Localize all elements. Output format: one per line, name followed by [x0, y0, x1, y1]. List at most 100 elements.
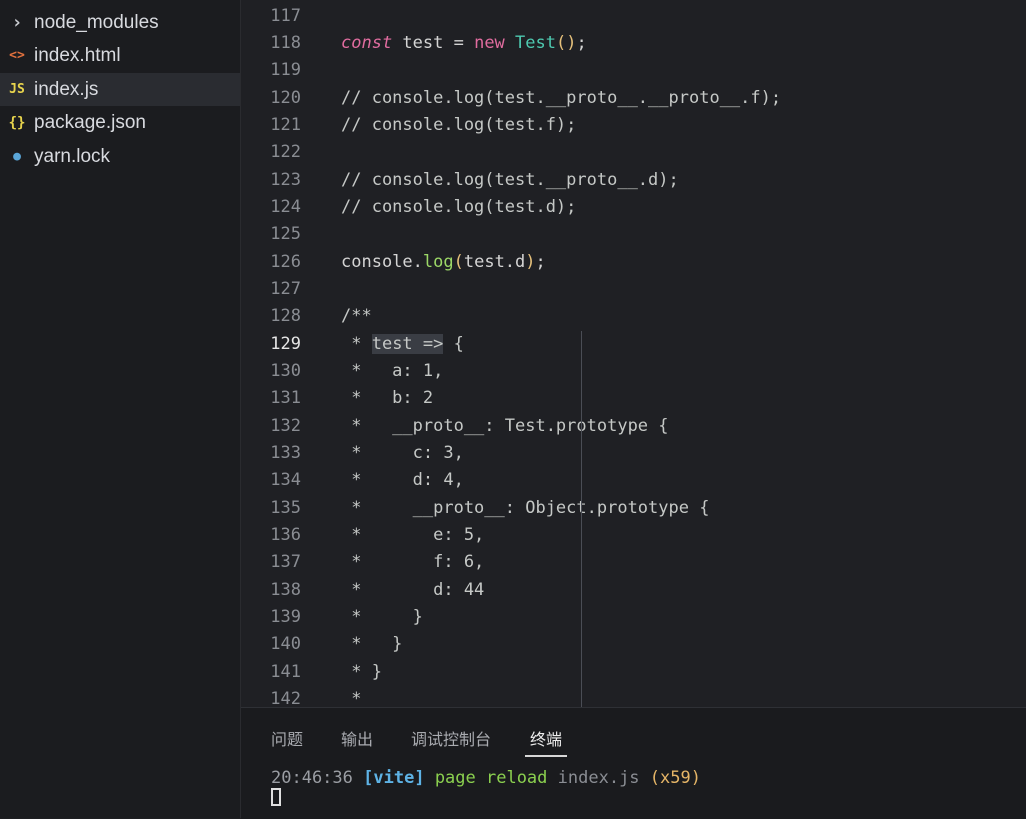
- line-number: 135: [270, 497, 301, 518]
- code-comment: * }: [341, 606, 423, 627]
- line-number: 142: [270, 688, 301, 708]
- code-text: const test = new Test();: [341, 32, 587, 53]
- bottom-panel: 问题 输出 调试控制台 终端 20:46:36 [vite] page relo…: [241, 707, 1026, 819]
- code-comment: * __proto__: Test.prototype {: [341, 415, 669, 436]
- tab-terminal[interactable]: 终端: [530, 726, 562, 750]
- code-comment: * __proto__: Object.prototype {: [341, 497, 710, 518]
- code-line: 141 * }: [241, 658, 1026, 685]
- code-line: 138 * d: 44: [241, 576, 1026, 603]
- code-line: 134 * d: 4,: [241, 466, 1026, 493]
- code-comment: * e: 5,: [341, 524, 485, 545]
- text-selection[interactable]: test =>: [371, 333, 444, 354]
- code-comment: *: [341, 688, 362, 708]
- active-tab-indicator: [525, 755, 567, 757]
- file-label: index.html: [34, 44, 121, 66]
- line-number: 121: [270, 114, 301, 135]
- code-line: 125: [241, 220, 1026, 247]
- line-number: 119: [270, 59, 301, 80]
- code-line: 118 const test = new Test();: [241, 29, 1026, 56]
- code-comment: * d: 4,: [341, 469, 464, 490]
- code-editor[interactable]: 117 118 const test = new Test(); 119 120…: [241, 0, 1026, 707]
- file-label: index.js: [34, 78, 99, 100]
- line-number: 125: [270, 223, 301, 244]
- line-number: 129: [270, 333, 301, 354]
- code-comment: * b: 2: [341, 387, 434, 408]
- chevron-right-icon: ›: [11, 12, 23, 33]
- tab-problems[interactable]: 问题: [271, 726, 303, 750]
- code-line: 142 *: [241, 685, 1026, 708]
- code-line: 133 * c: 3,: [241, 439, 1026, 466]
- code-line: 139 * }: [241, 603, 1026, 630]
- yarn-file-icon: ●: [13, 149, 21, 164]
- code-line: 131 * b: 2: [241, 384, 1026, 411]
- code-line-current: 129 * test => {: [241, 330, 1026, 357]
- code-comment: * f: 6,: [341, 551, 485, 572]
- code-comment: * }: [341, 661, 382, 682]
- line-number: 131: [270, 387, 301, 408]
- explorer-item-yarn-lock[interactable]: ● yarn.lock: [0, 140, 240, 173]
- code-line: 124 // console.log(test.d);: [241, 193, 1026, 220]
- terminal-output-line: 20:46:36 [vite] page reload index.js (x5…: [271, 768, 701, 788]
- code-line: 123 // console.log(test.__proto__.d);: [241, 166, 1026, 193]
- line-number: 141: [270, 661, 301, 682]
- line-number: 136: [270, 524, 301, 545]
- terminal-time: 20:46:36: [271, 768, 353, 788]
- code-line: 120 // console.log(test.__proto__.__prot…: [241, 84, 1026, 111]
- tab-debug-console[interactable]: 调试控制台: [411, 726, 491, 750]
- code-comment: /**: [341, 305, 372, 326]
- code-line: 127: [241, 275, 1026, 302]
- line-number: 128: [270, 305, 301, 326]
- code-comment: * c: 3,: [341, 442, 464, 463]
- json-file-icon: {}: [8, 114, 26, 131]
- line-number: 127: [270, 278, 301, 299]
- file-label: package.json: [34, 111, 146, 133]
- code-line: 135 * __proto__: Object.prototype {: [241, 494, 1026, 521]
- line-number: 130: [270, 360, 301, 381]
- code-line: 117: [241, 2, 1026, 29]
- code-text: console.log(test.d);: [341, 251, 546, 272]
- code-comment: * d: 44: [341, 579, 485, 600]
- file-label: node_modules: [34, 11, 159, 33]
- line-number: 138: [270, 579, 301, 600]
- code-line: 136 * e: 5,: [241, 521, 1026, 548]
- code-line: 137 * f: 6,: [241, 548, 1026, 575]
- line-number: 137: [270, 551, 301, 572]
- file-explorer: › node_modules <> index.html JS index.js…: [0, 0, 241, 818]
- indent-guide: [581, 331, 582, 707]
- terminal-file: index.js: [557, 768, 640, 788]
- line-number: 140: [270, 633, 301, 654]
- explorer-item-package-json[interactable]: {} package.json: [0, 106, 240, 139]
- code-comment: * a: 1,: [341, 360, 444, 381]
- tab-output[interactable]: 输出: [341, 726, 373, 750]
- line-number: 124: [270, 196, 301, 217]
- file-label: yarn.lock: [34, 145, 111, 167]
- line-number: 134: [270, 469, 301, 490]
- line-number: 117: [270, 5, 301, 26]
- explorer-item-index-html[interactable]: <> index.html: [0, 39, 240, 72]
- line-number: 133: [270, 442, 301, 463]
- line-number: 123: [270, 169, 301, 190]
- terminal-count: (x59): [649, 768, 701, 788]
- code-line: 121 // console.log(test.f);: [241, 111, 1026, 138]
- code-comment: // console.log(test.__proto__.__proto__.…: [341, 87, 782, 108]
- code-line: 122: [241, 138, 1026, 165]
- line-number: 132: [270, 415, 301, 436]
- terminal-tag: [vite]: [363, 768, 425, 788]
- explorer-item-node-modules[interactable]: › node_modules: [0, 6, 240, 39]
- code-line: 130 * a: 1,: [241, 357, 1026, 384]
- code-line: 119: [241, 56, 1026, 83]
- code-comment: // console.log(test.f);: [341, 114, 577, 135]
- code-comment: // console.log(test.d);: [341, 196, 577, 217]
- line-number: 118: [270, 32, 301, 53]
- line-number: 126: [270, 251, 301, 272]
- code-line: 140 * }: [241, 630, 1026, 657]
- terminal-message: page reload: [434, 768, 548, 788]
- terminal-cursor[interactable]: [271, 788, 281, 806]
- code-comment: * }: [341, 633, 403, 654]
- line-number: 139: [270, 606, 301, 627]
- explorer-item-index-js[interactable]: JS index.js: [0, 73, 240, 106]
- code-line: 132 * __proto__: Test.prototype {: [241, 412, 1026, 439]
- code-comment: // console.log(test.__proto__.d);: [341, 169, 679, 190]
- code-line: 128 /**: [241, 302, 1026, 329]
- line-number: 122: [270, 141, 301, 162]
